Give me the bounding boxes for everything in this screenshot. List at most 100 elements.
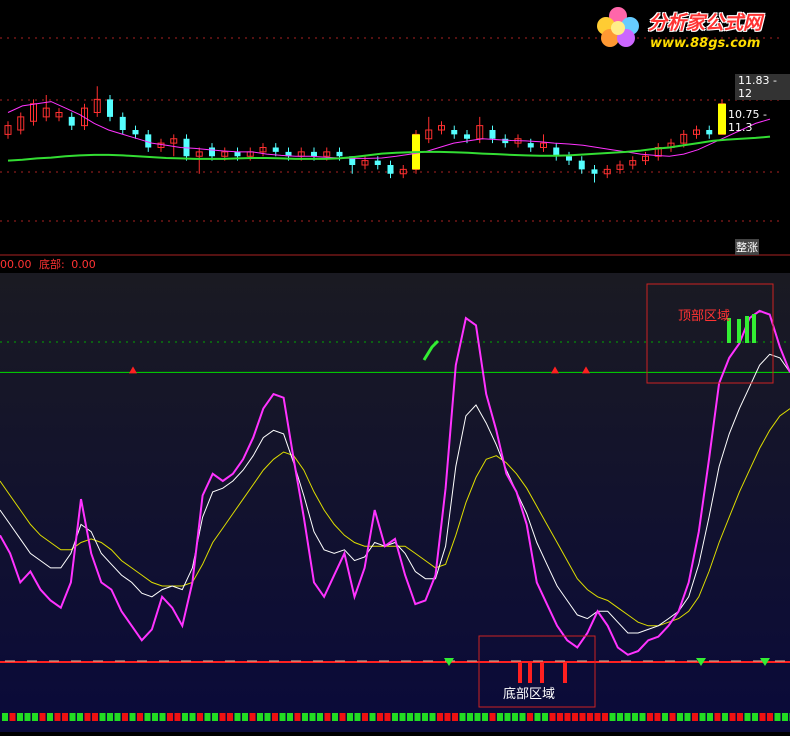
candle-body — [502, 139, 508, 143]
strip-square — [527, 713, 533, 721]
candle-body — [566, 156, 572, 160]
status-tag: 整涨 — [735, 239, 759, 255]
strip-square — [227, 713, 233, 721]
strip-square — [77, 713, 83, 721]
candle-body — [579, 161, 585, 170]
strip-square — [265, 713, 271, 721]
candle-body — [337, 152, 343, 156]
candle-body — [451, 130, 457, 134]
strip-square — [122, 713, 128, 721]
bottom-signal-bar — [563, 663, 567, 683]
strip-square — [550, 713, 556, 721]
candle-body — [464, 134, 470, 138]
candle-body — [235, 152, 241, 156]
strip-square — [782, 713, 788, 721]
strip-square — [452, 713, 458, 721]
strip-square — [400, 713, 406, 721]
strip-square — [752, 713, 758, 721]
strip-square — [145, 713, 151, 721]
strip-square — [347, 713, 353, 721]
strip-square — [55, 713, 61, 721]
strip-square — [670, 713, 676, 721]
strip-square — [137, 713, 143, 721]
candle-body — [592, 169, 598, 173]
strip-square — [70, 713, 76, 721]
strip-square — [362, 713, 368, 721]
strip-square — [287, 713, 293, 721]
strip-square — [2, 713, 8, 721]
strip-square — [775, 713, 781, 721]
strip-square — [235, 713, 241, 721]
flower-logo-icon — [592, 4, 644, 50]
candle-body — [120, 117, 126, 130]
strip-square — [745, 713, 751, 721]
strip-square — [587, 713, 593, 721]
strip-square — [662, 713, 668, 721]
strip-square — [190, 713, 196, 721]
strip-square — [62, 713, 68, 721]
candle-body — [388, 165, 394, 174]
strip-square — [632, 713, 638, 721]
strip-square — [760, 713, 766, 721]
strip-square — [715, 713, 721, 721]
strip-square — [317, 713, 323, 721]
strip-square — [640, 713, 646, 721]
strip-square — [250, 713, 256, 721]
strip-square — [17, 713, 23, 721]
strip-square — [655, 713, 661, 721]
brand-name: 分析家公式网 — [648, 8, 762, 35]
indicator-panel-bg — [0, 273, 790, 732]
strip-square — [407, 713, 413, 721]
strip-square — [47, 713, 53, 721]
strip-square — [115, 713, 121, 721]
strip-square — [595, 713, 601, 721]
strip-square — [677, 713, 683, 721]
strip-square — [152, 713, 158, 721]
candle-body — [375, 161, 381, 165]
status-left-value: 00.00 — [0, 258, 32, 271]
chart-stage: 分析家公式网 www.88gs.com 11.83 - 12 10.75 - 1… — [0, 0, 790, 732]
strip-square — [565, 713, 571, 721]
strip-square — [722, 713, 728, 721]
strip-square — [520, 713, 526, 721]
strip-square — [542, 713, 548, 721]
strip-square — [280, 713, 286, 721]
status-bottom-label: 底部: — [39, 258, 65, 271]
strip-square — [32, 713, 38, 721]
strip-square — [557, 713, 563, 721]
strip-square — [332, 713, 338, 721]
strip-square — [257, 713, 263, 721]
strip-square — [460, 713, 466, 721]
strip-square — [242, 713, 248, 721]
strip-square — [730, 713, 736, 721]
strip-square — [272, 713, 278, 721]
brand-url: www.88gs.com — [650, 36, 760, 51]
candle-body — [69, 117, 75, 126]
strip-square — [385, 713, 391, 721]
strip-square — [580, 713, 586, 721]
bottom-region-label: 底部区域 — [503, 683, 555, 702]
highlight-candle — [718, 104, 726, 135]
status-line: 00.00 底部: 0.00 — [0, 256, 96, 272]
top-region-label: 顶部区域 — [678, 305, 730, 324]
strip-square — [392, 713, 398, 721]
strip-square — [610, 713, 616, 721]
candle-body — [209, 148, 215, 157]
strip-square — [490, 713, 496, 721]
strip-square — [10, 713, 16, 721]
candle-body — [706, 130, 712, 134]
candle-body — [133, 130, 139, 134]
candle-body — [311, 152, 317, 156]
strip-square — [130, 713, 136, 721]
strip-square — [295, 713, 301, 721]
strip-square — [85, 713, 91, 721]
candle-body — [273, 148, 279, 152]
strip-square — [685, 713, 691, 721]
strip-square — [415, 713, 421, 721]
strip-square — [700, 713, 706, 721]
candle-body — [490, 130, 496, 139]
strip-square — [535, 713, 541, 721]
chart-canvas — [0, 0, 790, 732]
strip-square — [100, 713, 106, 721]
bottom-signal-bar — [518, 663, 522, 683]
